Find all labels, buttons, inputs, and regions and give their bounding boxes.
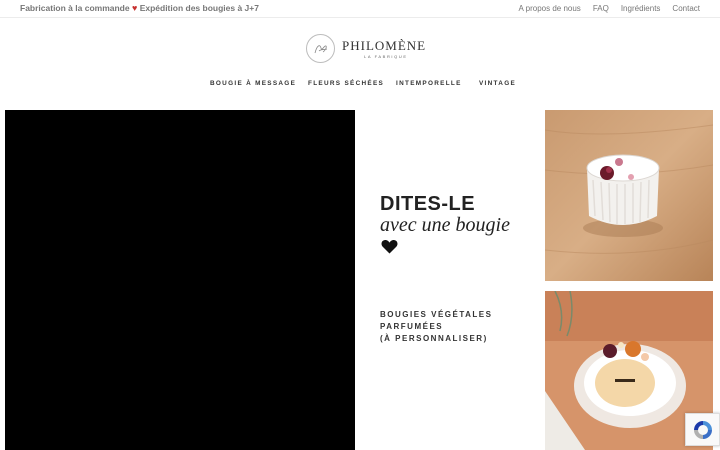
logo-subtitle: LA FABRIQUE [364,54,408,59]
logo-name: PHILOMÈNE [342,38,427,53]
nav-vintage[interactable]: VINTAGE [479,80,516,87]
subtitle-line-1: BOUGIES VÉGÉTALES [380,310,493,319]
promo-banner: Fabrication à la commande ♥ Expédition d… [20,3,259,13]
link-faq[interactable]: FAQ [593,4,609,13]
nav-fleurs-sechees[interactable]: FLEURS SÉCHÉES [308,80,384,87]
product-photo-candle-glass[interactable] [545,110,713,281]
recaptcha-icon [694,421,712,439]
promo-expedition: Expédition des bougies à J+7 [139,3,259,13]
hero-subtitle: BOUGIES VÉGÉTALES PARFUMÉES (À PERSONNAL… [380,309,492,345]
heart-icon: ♥ [131,3,138,13]
site-logo[interactable]: PHILOMÈNE LA FABRIQUE [306,34,425,64]
link-about[interactable]: A propos de nous [519,4,581,13]
main-nav: BOUGIE À MESSAGE FLEURS SÉCHÉES INTEMPOR… [0,80,720,90]
link-contact[interactable]: Contact [672,4,700,13]
hero-video[interactable] [5,110,355,450]
heart-icon [381,239,398,259]
nav-intemporelle[interactable]: INTEMPORELLE [396,80,462,87]
subtitle-line-2: PARFUMÉES [380,322,444,331]
nav-bougie-message[interactable]: BOUGIE À MESSAGE [210,80,296,87]
recaptcha-badge[interactable] [685,413,720,446]
hero-script: avec une bougie [380,214,510,236]
link-ingredients[interactable]: Ingrédients [621,4,661,13]
signature-logo-icon [306,34,335,63]
hero-headline: DITES-LE [380,193,476,215]
top-links: A propos de nous FAQ Ingrédients Contact [519,4,700,13]
top-bar: Fabrication à la commande ♥ Expédition d… [0,0,720,18]
promo-fabrication: Fabrication à la commande [20,3,130,13]
subtitle-line-3: (À PERSONNALISER) [380,334,488,343]
